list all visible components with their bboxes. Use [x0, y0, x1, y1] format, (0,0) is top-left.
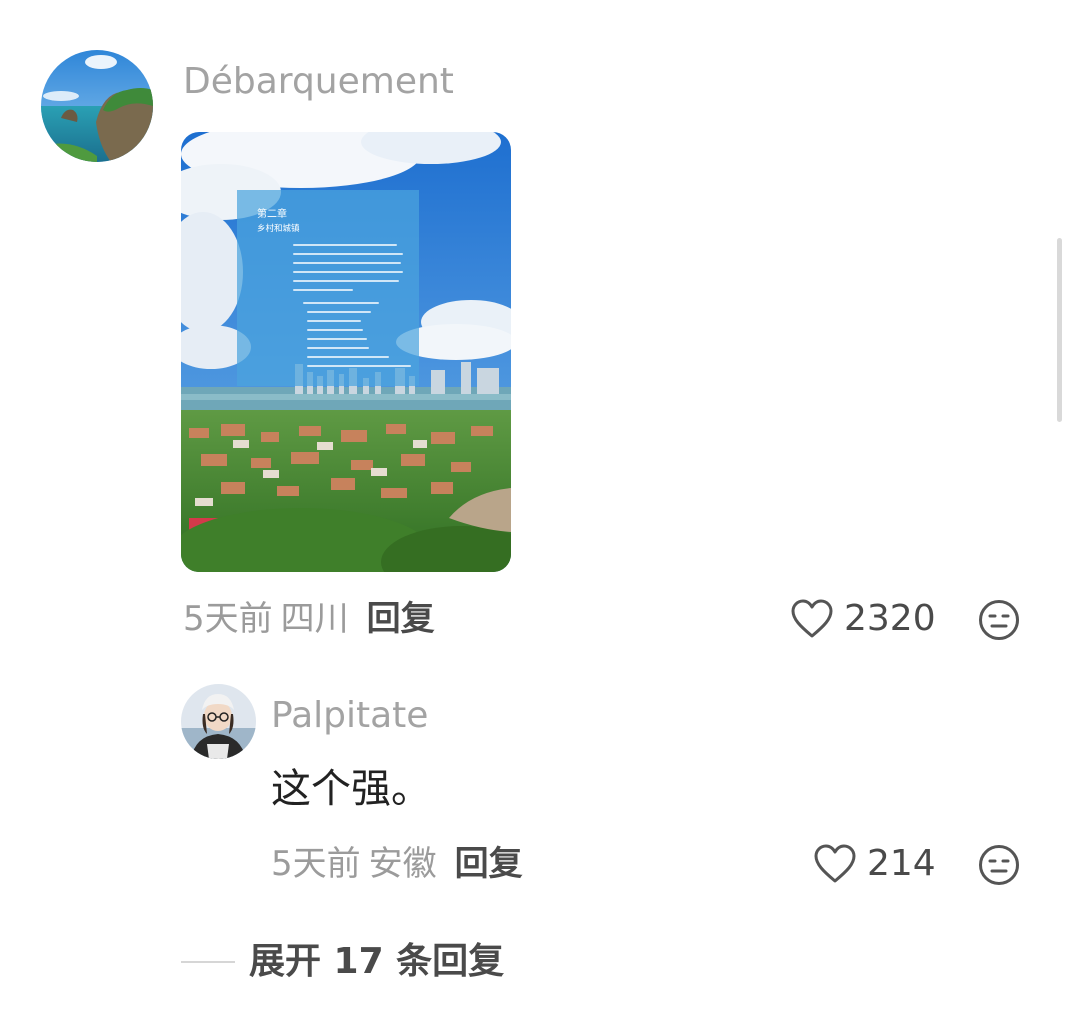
overlay-text-line	[293, 280, 399, 282]
overlay-text-line	[307, 347, 369, 349]
overlay-text-line	[307, 338, 367, 340]
neutral-face-icon	[979, 845, 1019, 885]
overlay-text-line	[307, 356, 389, 358]
overlay-text-line	[307, 311, 371, 313]
overlay-text-line	[293, 253, 403, 255]
like-count: 2320	[844, 598, 936, 639]
reply-meta: 5天前 安徽 回复	[271, 844, 523, 884]
reply-button[interactable]: 回复	[367, 599, 435, 639]
comment-image[interactable]: 第二章 乡村和城镇	[181, 132, 511, 572]
like-count: 214	[867, 843, 936, 884]
comment-section: Débarquement 第二章 乡村和城镇 5天前 四川 回复 2320 Pa…	[0, 0, 1079, 1027]
overlay-text-line	[293, 244, 397, 246]
comment-time: 5天前	[183, 599, 273, 639]
neutral-face-icon	[979, 600, 1019, 640]
overlay-text-line	[307, 320, 361, 322]
dislike-button[interactable]	[978, 599, 1020, 641]
overlay-text-line	[293, 271, 403, 273]
overlay-title: 第二章	[257, 209, 287, 220]
reply-time: 5天前	[271, 844, 361, 884]
overlay-text-line	[307, 329, 363, 331]
expand-replies-button[interactable]: 展开 17 条回复	[249, 941, 504, 983]
heart-outline-icon	[814, 844, 856, 883]
heart-outline-icon	[791, 599, 833, 638]
overlay-subtitle: 乡村和城镇	[257, 224, 300, 234]
comment-meta: 5天前 四川 回复	[183, 599, 435, 639]
comment-location: 四川	[280, 599, 349, 639]
dislike-button[interactable]	[978, 844, 1020, 886]
overlay-text-line	[307, 365, 411, 367]
overlay-text-line	[293, 289, 353, 291]
scrollbar[interactable]	[1057, 238, 1062, 422]
reply-username[interactable]: Palpitate	[271, 694, 428, 738]
avatar[interactable]	[41, 50, 153, 162]
reply-text: 这个强。	[271, 766, 431, 812]
reply-avatar[interactable]	[181, 684, 256, 759]
like-button[interactable]: 214	[813, 843, 936, 885]
reply-button[interactable]: 回复	[455, 844, 523, 884]
like-button[interactable]: 2320	[790, 598, 936, 640]
comment-username[interactable]: Débarquement	[183, 60, 454, 104]
expand-divider	[181, 961, 235, 963]
overlay-text-line	[293, 262, 401, 264]
overlay-document-card: 第二章 乡村和城镇	[237, 190, 419, 386]
overlay-text-line	[303, 302, 379, 304]
reply-location: 安徽	[368, 844, 437, 884]
